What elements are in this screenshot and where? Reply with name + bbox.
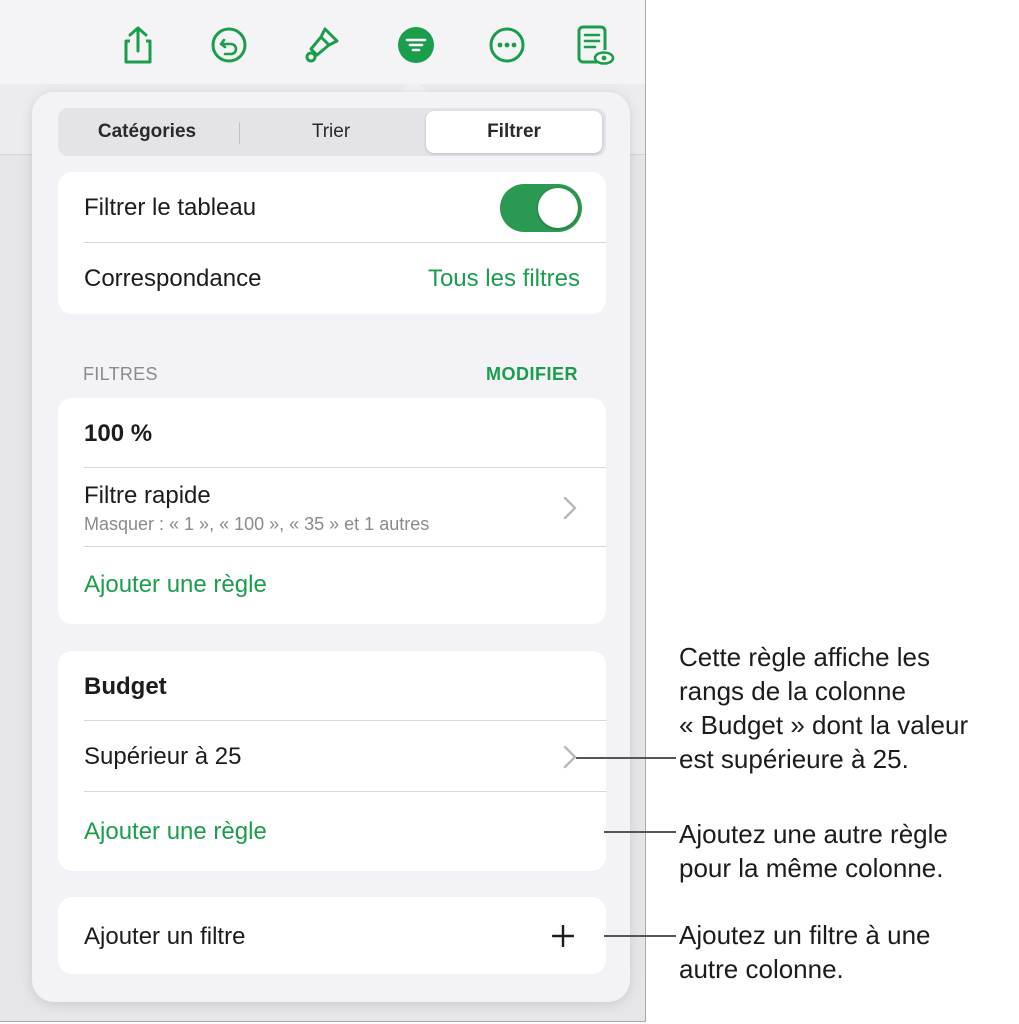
callout-line: est supérieure à 25. [679,744,909,774]
add-rule-button[interactable]: Ajouter une règle [84,818,267,846]
callout-line: pour la même colonne. [679,853,944,883]
filter-card-percent: 100 % Filtre rapide Masquer : « 1 », « 1… [58,398,606,624]
toolbar [0,0,645,85]
quick-filter-detail: Masquer : « 1 », « 100 », « 35 » et 1 au… [84,514,430,534]
tab-categories[interactable]: Catégories [62,111,232,153]
callout-line: Ajoutez un filtre à une [679,920,931,950]
callout-line: rangs de la colonne [679,676,906,706]
filter-table-row: Filtrer le tableau [58,172,606,243]
filter-column-row: 100 % [58,398,606,468]
filter-column-name: 100 % [84,420,153,447]
add-filter-label: Ajouter un filtre [84,923,246,950]
callout-line: Cette règle affiche les [679,642,930,672]
rule-title: Supérieur à 25 [84,743,242,770]
reader-view-icon[interactable] [575,24,615,66]
paintbrush-icon[interactable] [302,24,342,66]
filter-card-budget: Budget Supérieur à 25 Ajouter une règle [58,651,606,871]
filter-table-toggle[interactable] [500,184,582,232]
callout-leader-rule [576,757,676,759]
callout-line: Ajoutez une autre règle [679,819,948,849]
filter-table-label: Filtrer le tableau [84,194,257,221]
filter-settings-card: Filtrer le tableau Correspondance Tous l… [58,172,606,314]
add-filter-card[interactable]: Ajouter un filtre [58,897,606,974]
filter-column-row: Budget [58,651,606,721]
plus-icon[interactable] [552,925,574,947]
share-icon[interactable] [118,24,158,66]
toggle-knob [538,188,578,228]
rule-row-greater-than[interactable]: Supérieur à 25 [58,721,606,792]
more-icon[interactable] [487,24,527,66]
callout-rule: Cette règle affiche les rangs de la colo… [679,640,968,776]
chevron-right-icon [563,745,577,769]
ipad-screen: Catégories Trier Filtrer Filtrer le tabl… [0,0,646,1022]
quick-filter-title: Filtre rapide [84,482,211,509]
filters-section-header: FILTRES [83,364,158,384]
callout-leader-add-filter [604,935,676,937]
filter-popover: Catégories Trier Filtrer Filtrer le tabl… [32,92,630,1002]
add-rule-row[interactable]: Ajouter une règle [58,547,606,624]
match-row[interactable]: Correspondance Tous les filtres [58,243,606,314]
filter-icon[interactable] [396,24,436,66]
match-label: Correspondance [84,265,262,292]
callout-leader-add-rule [604,831,676,833]
edit-filters-button[interactable]: MODIFIER [486,364,578,385]
chevron-right-icon [563,496,577,520]
callout-add-rule: Ajoutez une autre règle pour la même col… [679,817,948,885]
add-rule-button[interactable]: Ajouter une règle [84,571,267,599]
quick-filter-row[interactable]: Filtre rapide Masquer : « 1 », « 100 », … [58,468,606,546]
callout-add-filter: Ajoutez un filtre à une autre colonne. [679,918,931,986]
callout-line: « Budget » dont la valeur [679,710,969,740]
add-rule-row[interactable]: Ajouter une règle [58,792,606,871]
tab-sort[interactable]: Trier [240,111,422,153]
filter-column-name: Budget [84,673,167,700]
tab-filter[interactable]: Filtrer [426,111,602,153]
match-value[interactable]: Tous les filtres [428,265,580,293]
undo-icon[interactable] [209,24,249,66]
segmented-control: Catégories Trier Filtrer [58,108,606,156]
callout-line: autre colonne. [679,954,844,984]
